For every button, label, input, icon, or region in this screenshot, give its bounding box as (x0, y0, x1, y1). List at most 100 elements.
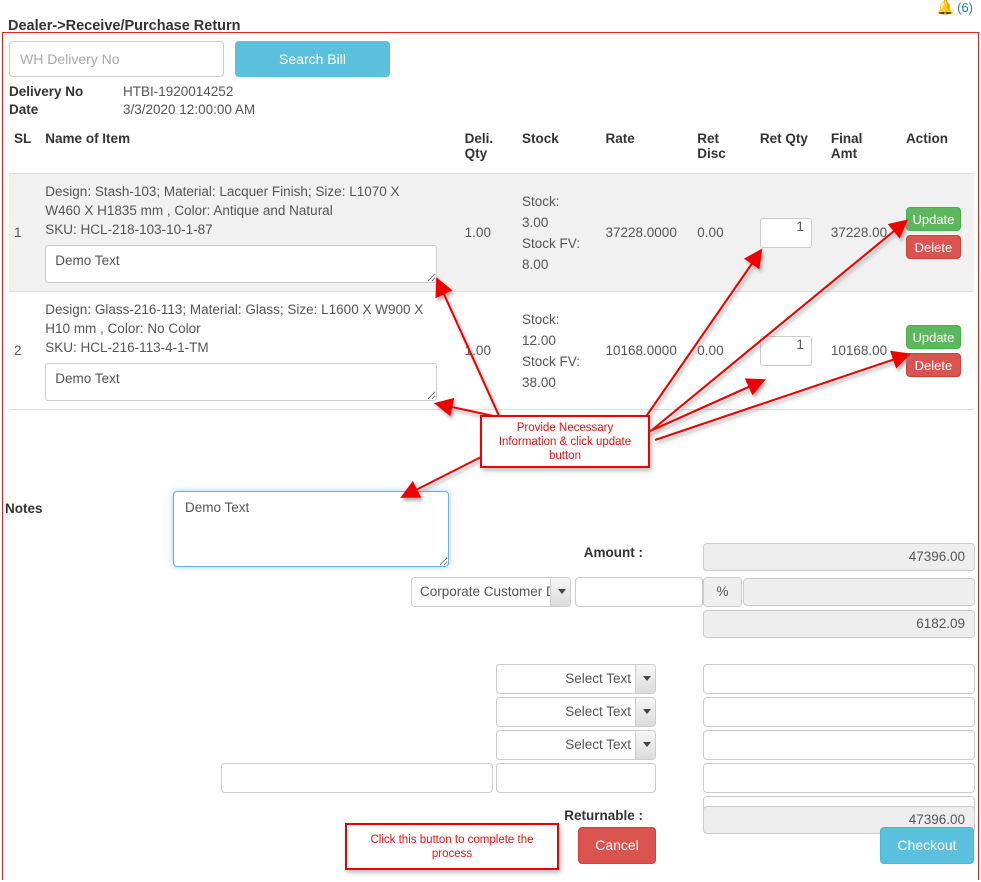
items-table-body: 1 Design: Stash-103; Material: Lacquer F… (9, 173, 974, 410)
chevron-down-icon (643, 742, 651, 747)
cell-rate: 37228.0000 (600, 173, 693, 292)
select-text-3-amount[interactable] (703, 730, 975, 760)
extra-field-right[interactable] (496, 763, 656, 793)
cell-action: Update Delete (900, 173, 974, 292)
cancel-button[interactable]: Cancel (578, 827, 656, 864)
item-description: Design: Glass-216-113; Material: Glass; … (45, 300, 454, 357)
desc-line-1: Design: Stash-103; Material: Lacquer Fin… (45, 184, 400, 199)
search-bill-row: Search Bill (9, 41, 390, 77)
extra-field-left[interactable] (221, 763, 493, 793)
bell-icon[interactable]: 🔔 (937, 0, 954, 14)
stock-fv-value: 8.00 (522, 256, 549, 272)
select-text-3[interactable]: Select Text (496, 730, 656, 760)
select-text-2[interactable]: Select Text (496, 697, 656, 727)
th-final-amt-l1: Final (830, 131, 863, 146)
th-final-amt-l2: Amt (830, 146, 858, 161)
cell-stock: Stock: 3.00 Stock FV: 8.00 (517, 173, 601, 292)
th-ret-qty: Ret Qty (754, 121, 826, 174)
select-text-2-amount[interactable] (703, 697, 975, 727)
date-label: Date (9, 102, 39, 117)
stock-fv-label: Stock FV: (522, 235, 581, 251)
stock-label: Stock: (522, 311, 560, 327)
th-name: Name of Item (40, 121, 460, 174)
row-note-textarea[interactable]: Demo Text (45, 245, 438, 283)
update-button[interactable]: Update (905, 206, 961, 231)
table-row: 1 Design: Stash-103; Material: Lacquer F… (9, 173, 974, 292)
discount-type-select[interactable]: Corporate Customer D (411, 577, 571, 607)
date-value: 3/3/2020 12:00:00 AM (123, 102, 256, 117)
delivery-no-label: Delivery No (9, 84, 84, 99)
wh-delivery-no-input[interactable] (9, 41, 224, 77)
cell-deli-qty: 1.00 (459, 291, 518, 410)
ret-qty-input[interactable]: 1 (759, 335, 812, 366)
cell-ret-disc: 0.00 (692, 173, 755, 292)
th-ret-disc: Ret Disc (692, 121, 755, 174)
delete-button[interactable]: Delete (905, 234, 961, 259)
th-deli-qty-l1: Deli. (464, 131, 494, 146)
cell-ret-disc: 0.00 (692, 291, 755, 410)
search-bill-button[interactable]: Search Bill (235, 41, 390, 77)
discount-type-select-value: Corporate Customer D (420, 584, 556, 599)
discount-amount-value (743, 578, 975, 606)
stock-label: Stock: (522, 193, 560, 209)
th-ret-disc-l1: Ret (697, 131, 720, 146)
th-action: Action (900, 121, 974, 174)
select-text-1-value: Select Text (565, 671, 631, 686)
notes-textarea[interactable]: Demo Text (173, 491, 449, 567)
notes-label: Notes (5, 501, 43, 516)
cell-sl: 2 (9, 291, 41, 410)
ret-qty-input[interactable]: 1 (759, 217, 812, 248)
cell-rate: 10168.0000 (600, 291, 693, 410)
table-row: 2 Design: Glass-216-113; Material: Glass… (9, 291, 974, 410)
stock-value: 12.00 (522, 332, 556, 348)
notification-count: (6) (957, 0, 973, 15)
desc-line-2: W460 X H1835 mm , Color: Antique and Nat… (45, 203, 333, 218)
stock-fv-value: 38.00 (522, 374, 556, 390)
select-text-3-value: Select Text (565, 737, 631, 752)
chevron-down-icon (643, 709, 651, 714)
th-stock: Stock (517, 121, 601, 174)
cell-name: Design: Glass-216-113; Material: Glass; … (40, 291, 460, 410)
net-amount-value: 6182.09 (703, 610, 975, 638)
delete-button[interactable]: Delete (905, 352, 961, 377)
cell-name: Design: Stash-103; Material: Lacquer Fin… (40, 173, 460, 292)
th-final-amt: Final Amt (825, 121, 901, 174)
delivery-meta: Delivery No HTBI-1920014252 Date 3/3/202… (9, 83, 255, 119)
desc-line-1: Design: Glass-216-113; Material: Glass; … (45, 302, 424, 317)
th-ret-disc-l2: Disc (697, 146, 726, 161)
date-row: Date 3/3/2020 12:00:00 AM (9, 101, 255, 119)
stock-value: 3.00 (522, 214, 549, 230)
desc-line-3: SKU: HCL-218-103-10-1-87 (45, 222, 213, 237)
th-deli-qty-l2: Qty (464, 146, 488, 161)
desc-line-3: SKU: HCL-216-113-4-1-TM (45, 340, 209, 355)
row-note-textarea[interactable]: Demo Text (45, 363, 438, 401)
select-text-2-value: Select Text (565, 704, 631, 719)
cell-final-amt: 37228.00 (825, 173, 901, 292)
stock-fv-label: Stock FV: (522, 353, 581, 369)
delivery-no-row: Delivery No HTBI-1920014252 (9, 83, 255, 101)
cell-ret-qty: 1 (754, 173, 826, 292)
th-rate: Rate (600, 121, 693, 174)
checkout-button[interactable]: Checkout (880, 827, 974, 864)
discount-percent-input[interactable] (575, 577, 703, 607)
cell-stock: Stock: 12.00 Stock FV: 38.00 (517, 291, 601, 410)
cell-final-amt: 10168.00 (825, 291, 901, 410)
select-text-1[interactable]: Select Text (496, 664, 656, 694)
notification-area[interactable]: 🔔 (6) (937, 0, 973, 20)
purchase-return-panel: Search Bill Delivery No HTBI-1920014252 … (2, 32, 979, 880)
percent-symbol: % (703, 577, 742, 607)
chevron-down-icon (558, 589, 566, 594)
amount-value: 47396.00 (703, 543, 975, 571)
cell-ret-qty: 1 (754, 291, 826, 410)
desc-line-2: H10 mm , Color: No Color (45, 321, 201, 336)
update-button[interactable]: Update (905, 324, 961, 349)
cell-deli-qty: 1.00 (459, 173, 518, 292)
cell-sl: 1 (9, 173, 41, 292)
th-deli-qty: Deli. Qty (459, 121, 518, 174)
amount-label: Amount : (583, 545, 643, 560)
returnable-label: Returnable : (564, 808, 643, 823)
extra-amount-field[interactable] (703, 763, 975, 793)
th-sl: SL (9, 121, 41, 174)
select-text-1-amount[interactable] (703, 664, 975, 694)
item-description: Design: Stash-103; Material: Lacquer Fin… (45, 182, 454, 239)
